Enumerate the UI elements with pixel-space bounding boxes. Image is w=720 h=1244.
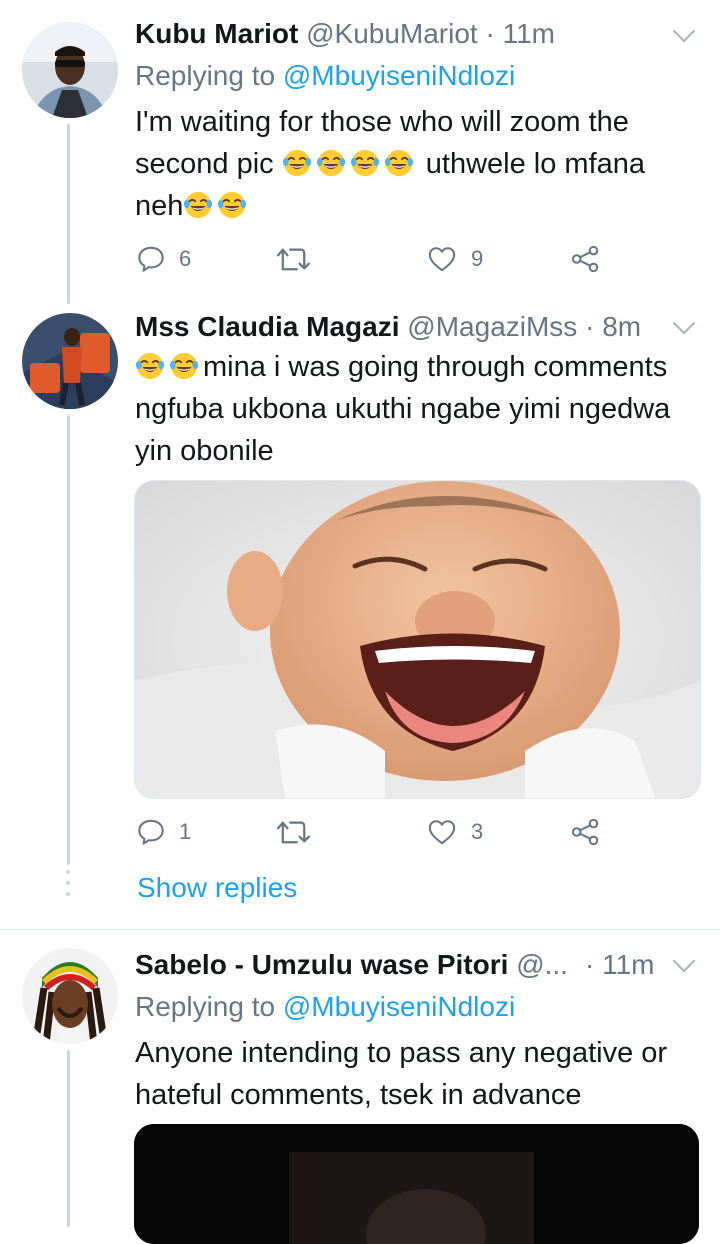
tears-of-joy-emoji-icon <box>169 351 199 381</box>
tweet-media-photo[interactable] <box>134 1124 699 1244</box>
timestamp[interactable]: 11m <box>602 949 654 980</box>
text-line: ngfuba ukbona ukuthi ngabe yimi ngedwa <box>135 393 671 425</box>
separator: · <box>585 311 595 342</box>
retweet-button[interactable] <box>275 245 313 273</box>
text-line: Anyone intending to pass any negative or <box>135 1037 668 1069</box>
avatar[interactable] <box>22 22 118 118</box>
tears-of-joy-emoji-icon <box>316 148 346 178</box>
reply-count: 1 <box>179 819 192 844</box>
text-segment: uthwele lo mfana <box>425 148 646 180</box>
text-line: mina i was going through comments <box>135 346 710 388</box>
divider <box>0 929 720 930</box>
display-name[interactable]: Sabelo - Umzulu wase Pitori <box>135 949 508 980</box>
like-icon <box>427 245 457 273</box>
tears-of-joy-emoji-icon <box>350 148 380 178</box>
text-line: I'm waiting for those who will zoom the <box>135 106 629 138</box>
timestamp[interactable]: 11m <box>503 18 555 49</box>
tweet-text: I'm waiting for those who will zoom the … <box>135 101 705 227</box>
text-line: hateful comments, tsek in advance <box>135 1079 582 1111</box>
like-icon <box>427 818 457 846</box>
tweet-media-photo[interactable] <box>134 480 701 799</box>
reply-icon <box>137 818 165 846</box>
chevron-down-icon[interactable] <box>670 956 698 976</box>
reply-count: 6 <box>179 246 192 271</box>
tweet-header: Mss Claudia Magazi @MagaziMss · 8m <box>135 309 641 345</box>
replying-to: Replying to @MbuyiseniNdlozi <box>135 989 515 1025</box>
handle[interactable]: @... <box>516 949 568 980</box>
chevron-down-icon[interactable] <box>670 318 698 338</box>
replying-to-label: Replying to <box>135 991 276 1022</box>
avatar[interactable] <box>22 313 118 409</box>
tears-of-joy-emoji-icon <box>135 351 165 381</box>
tweet-header: Sabelo - Umzulu wase Pitori @... <box>135 947 568 983</box>
replying-to: Replying to @MbuyiseniNdlozi <box>135 58 515 94</box>
text-line: yin obonile <box>135 435 274 467</box>
like-count: 3 <box>471 819 484 844</box>
thread-line <box>67 124 70 304</box>
share-button[interactable] <box>571 818 601 846</box>
text-line: second pic uthwele lo mfana <box>135 143 705 185</box>
reply-button[interactable]: 1 <box>137 818 191 846</box>
more-replies-dots-icon <box>66 870 70 896</box>
dark-photo-icon <box>134 1124 699 1244</box>
text-segment: mina i was going through comments <box>203 351 668 383</box>
display-name[interactable]: Kubu Mariot <box>135 18 298 49</box>
tears-of-joy-emoji-icon <box>282 148 312 178</box>
tweet-header: Kubu Mariot @KubuMariot · 11m <box>135 16 555 52</box>
handle[interactable]: @MagaziMss <box>407 311 577 342</box>
chevron-down-icon[interactable] <box>670 26 698 46</box>
share-button[interactable] <box>571 245 601 273</box>
laughing-baby-photo-icon <box>135 481 700 798</box>
replying-to-label: Replying to <box>135 60 276 91</box>
handle[interactable]: @KubuMariot <box>306 18 478 49</box>
retweet-button[interactable] <box>275 818 313 846</box>
separator: · <box>485 18 495 49</box>
replying-to-handle[interactable]: @MbuyiseniNdlozi <box>283 60 515 91</box>
timestamp[interactable]: 8m <box>602 311 641 342</box>
tweet-text: Anyone intending to pass any negative or… <box>135 1032 705 1116</box>
tears-of-joy-emoji-icon <box>183 190 213 220</box>
like-button[interactable]: 3 <box>427 818 483 846</box>
avatar[interactable] <box>22 948 118 1044</box>
thread-line <box>67 1050 70 1227</box>
display-name[interactable]: Mss Claudia Magazi <box>135 311 400 342</box>
tears-of-joy-emoji-icon <box>217 190 247 220</box>
separator: · <box>585 949 595 980</box>
like-count: 9 <box>471 246 484 271</box>
text-segment: second pic <box>135 148 274 180</box>
retweet-icon <box>275 818 313 846</box>
like-button[interactable]: 9 <box>427 245 483 273</box>
text-segment: neh <box>135 190 184 222</box>
show-replies-link[interactable]: Show replies <box>137 872 297 904</box>
tears-of-joy-emoji-icon <box>384 148 414 178</box>
replying-to-handle[interactable]: @MbuyiseniNdlozi <box>283 991 515 1022</box>
tweet-time: · 11m <box>585 947 655 983</box>
retweet-icon <box>275 245 313 273</box>
share-icon <box>571 245 601 273</box>
tweet-text: mina i was going through comments ngfuba… <box>135 346 710 472</box>
share-icon <box>571 818 601 846</box>
thread-line <box>67 415 70 865</box>
text-line: neh <box>135 185 705 227</box>
reply-button[interactable]: 6 <box>137 245 191 273</box>
reply-icon <box>137 245 165 273</box>
